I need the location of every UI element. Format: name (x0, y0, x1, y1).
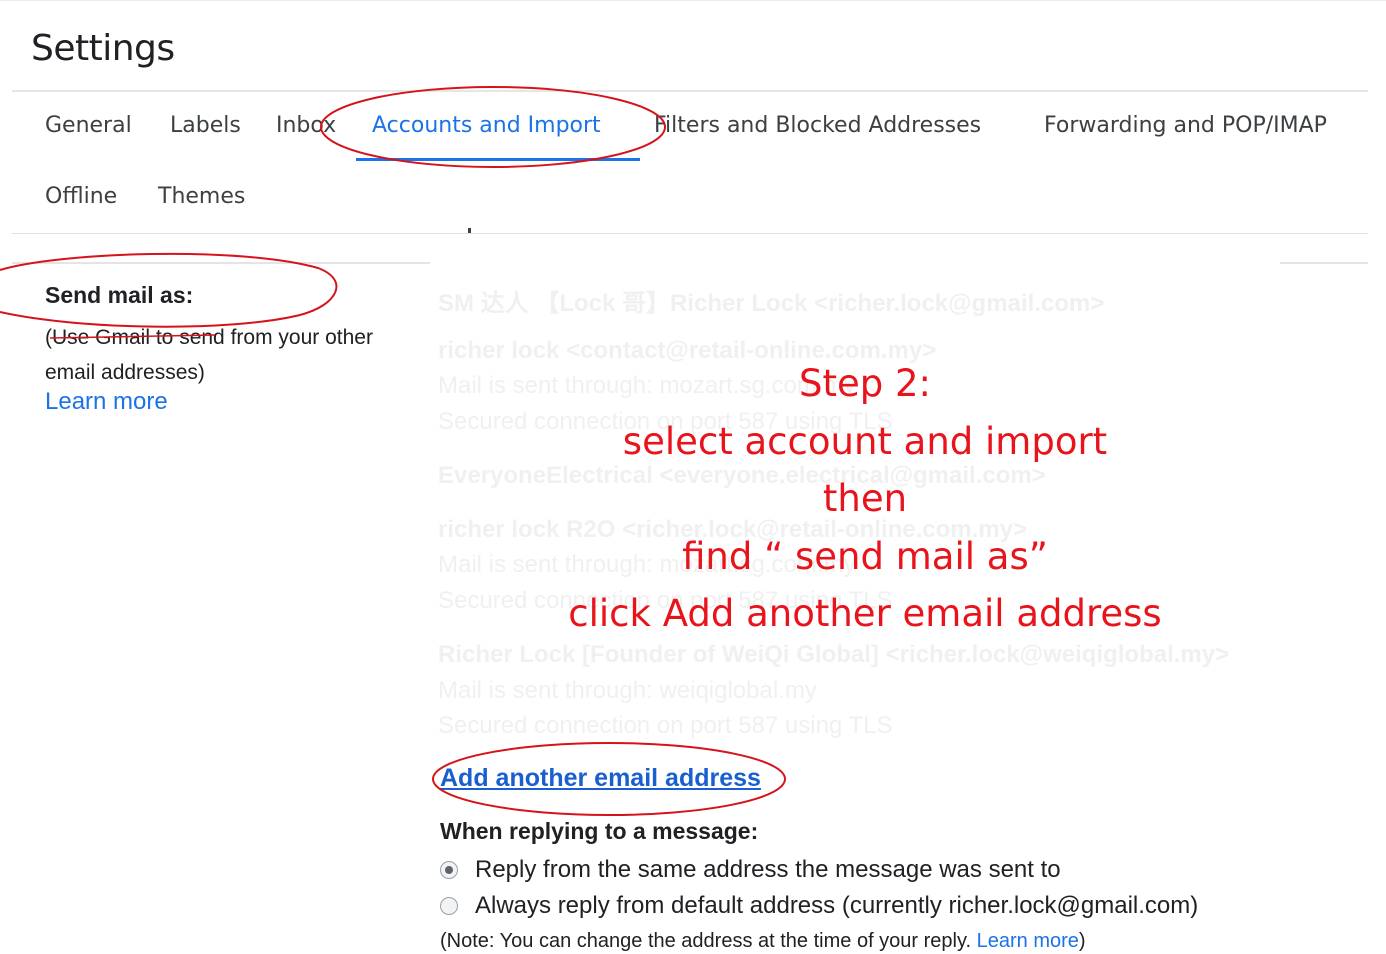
active-tab-indicator (356, 158, 640, 161)
reply-note-learn-more-link[interactable]: Learn more (977, 930, 1079, 952)
tab-themes[interactable]: Themes (158, 182, 245, 212)
annotation-line: click Add another email address (568, 592, 1162, 635)
tab-accounts-and-import[interactable]: Accounts and Import (372, 111, 601, 141)
annotation-line: find “ send mail as” (682, 534, 1048, 578)
annotation-line: Step 2: (798, 362, 931, 405)
faded-account-row: Richer Lock [Founder of WeiQi Global] <r… (438, 641, 1230, 668)
tabs-bottom-divider (12, 233, 1368, 234)
tabs-top-divider (12, 90, 1368, 92)
reply-heading: When replying to a message: (440, 818, 759, 844)
faded-account-detail: Secured connection on port 587 using TLS (438, 712, 893, 739)
section-divider-left (12, 262, 430, 264)
faded-account-detail: Mail is sent through: weiqiglobal.my (438, 677, 817, 704)
reply-option-same-address[interactable]: Reply from the same address the message … (440, 856, 1061, 884)
radio-unselected-icon[interactable] (440, 897, 458, 915)
radio-selected-icon[interactable] (440, 861, 458, 879)
reply-note: (Note: You can change the address at the… (440, 930, 1086, 953)
add-another-email-link[interactable]: Add another email address (440, 764, 761, 793)
page-title: Settings (31, 28, 175, 69)
top-divider (0, 0, 1386, 6)
section-divider-right (1280, 262, 1368, 264)
learn-more-link[interactable]: Learn more (45, 388, 168, 416)
faded-account-row: SM 达人 【Lock 哥】Richer Lock <richer.lock@g… (438, 290, 1105, 317)
reply-note-text: (Note: You can change the address at the… (440, 930, 977, 952)
reply-option-label: Reply from the same address the message … (475, 856, 1061, 883)
tab-offline[interactable]: Offline (45, 182, 117, 212)
scroll-mark (468, 228, 471, 233)
tab-labels[interactable]: Labels (170, 111, 241, 141)
tab-inbox[interactable]: Inbox (276, 111, 336, 141)
send-mail-as-description: (Use Gmail to send from your other email… (45, 326, 373, 384)
reply-option-default-address[interactable]: Always reply from default address (curre… (440, 892, 1198, 920)
annotation-instructions: Step 2: select account and import then f… (470, 355, 1260, 643)
tab-filters-and-blocked-addresses[interactable]: Filters and Blocked Addresses (654, 111, 981, 141)
tab-general[interactable]: General (45, 111, 132, 141)
reply-option-label: Always reply from default address (curre… (475, 892, 1199, 919)
annotation-line: then (822, 477, 908, 520)
send-mail-as-label: Send mail as: (45, 282, 194, 308)
tab-forwarding-and-pop-imap[interactable]: Forwarding and POP/IMAP (1044, 111, 1327, 141)
reply-note-suffix: ) (1078, 930, 1086, 952)
annotation-line: select account and import (622, 419, 1108, 463)
